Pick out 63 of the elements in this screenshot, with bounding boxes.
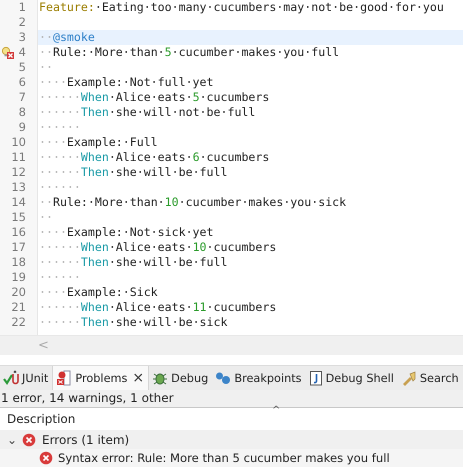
code-line: ······When·Alice·eats·6·cucumbers bbox=[39, 150, 270, 165]
code-line: ····Example:·Not·full·yet bbox=[39, 75, 214, 90]
code-line: ······When·Alice·eats·10·cucumbers bbox=[39, 240, 276, 255]
view-tab[interactable]: JUnit bbox=[0, 366, 52, 390]
group-row[interactable]: ⌄ Errors (1 item) bbox=[0, 430, 463, 449]
code-line: ······When·Alice·eats·5·cucumbers bbox=[39, 90, 270, 105]
view-tab[interactable]: Debug bbox=[149, 366, 212, 390]
code-line: ····Example:·Not·sick·yet bbox=[39, 225, 214, 240]
code-line: ······When·Alice·eats·11·cucumbers bbox=[39, 300, 276, 315]
code-line: ······ bbox=[39, 180, 81, 195]
problems-icon bbox=[56, 370, 72, 386]
view-tab[interactable]: Search bbox=[398, 366, 463, 390]
line-number: 11 bbox=[11, 150, 26, 165]
code-line: ······Then·she·will·be·full bbox=[39, 165, 228, 180]
line-number: 16 bbox=[11, 225, 26, 240]
code-line: ····Example:·Sick bbox=[39, 285, 158, 300]
line-number: 20 bbox=[11, 285, 26, 300]
line-number: 15 bbox=[11, 210, 26, 225]
problem-message: Syntax error: Rule: More than 5 cucumber makes you full bbox=[58, 451, 390, 465]
line-number: 9 bbox=[18, 120, 26, 135]
line-number: 19 bbox=[11, 270, 26, 285]
breakpoints-icon bbox=[215, 370, 232, 386]
error-icon bbox=[22, 432, 36, 446]
line-number: 17 bbox=[11, 240, 26, 255]
view-tab[interactable]: Problems × bbox=[52, 366, 150, 390]
code-line: ····Example:·Full bbox=[39, 135, 158, 150]
code-line: ··Rule:·More·than·5·cucumber·makes·you·full bbox=[39, 45, 340, 60]
line-number: 6 bbox=[18, 75, 26, 90]
line-number: 5 bbox=[18, 60, 26, 75]
expand-toggle[interactable]: ⌄ bbox=[7, 432, 16, 446]
code-line: ······Then·she·will·be·sick bbox=[39, 315, 228, 330]
group-label: Errors (1 item) bbox=[42, 432, 130, 446]
code-line: ······ bbox=[39, 270, 81, 285]
line-number: 1 bbox=[18, 0, 26, 15]
code-line: ······Then·she·will·be·full bbox=[39, 255, 228, 270]
line-number: 12 bbox=[11, 165, 26, 180]
code-line: ··@smoke bbox=[39, 30, 95, 45]
line-number: 10 bbox=[11, 135, 26, 150]
code-line: Feature:·Eating·too·many·cucumbers·may·not·be·good·for·you bbox=[39, 0, 444, 15]
flashlight-icon bbox=[400, 370, 417, 386]
code-line: ·· bbox=[39, 60, 53, 75]
code-line: ··Rule:·More·than·10·cucumber·makes·you·sick bbox=[39, 195, 346, 210]
sort-caret-icon: ^ bbox=[272, 405, 280, 416]
view-tab[interactable]: Breakpoints bbox=[212, 366, 306, 390]
line-number: 14 bbox=[11, 195, 26, 210]
error-icon bbox=[39, 451, 53, 465]
close-button[interactable]: × bbox=[132, 370, 144, 386]
problem-row[interactable]: Syntax error: Rule: More than 5 cucumber makes you full bbox=[0, 449, 463, 467]
junit-icon bbox=[3, 370, 19, 386]
line-number: 2 bbox=[18, 15, 26, 30]
line-number: 4 bbox=[18, 45, 26, 60]
line-number: 13 bbox=[11, 180, 26, 195]
line-number: 8 bbox=[18, 105, 26, 120]
view-tab[interactable]: Debug Shell bbox=[306, 366, 398, 390]
code-line: ······Then·she·will·not·be·full bbox=[39, 105, 256, 120]
code-line: ······ bbox=[39, 120, 81, 135]
document-icon bbox=[308, 370, 323, 386]
line-number: 7 bbox=[18, 90, 26, 105]
line-number: 21 bbox=[11, 300, 26, 315]
line-number: 3 bbox=[18, 30, 26, 45]
line-number: 22 bbox=[11, 315, 26, 330]
line-number: 18 bbox=[11, 255, 26, 270]
code-line: ·· bbox=[39, 210, 53, 225]
